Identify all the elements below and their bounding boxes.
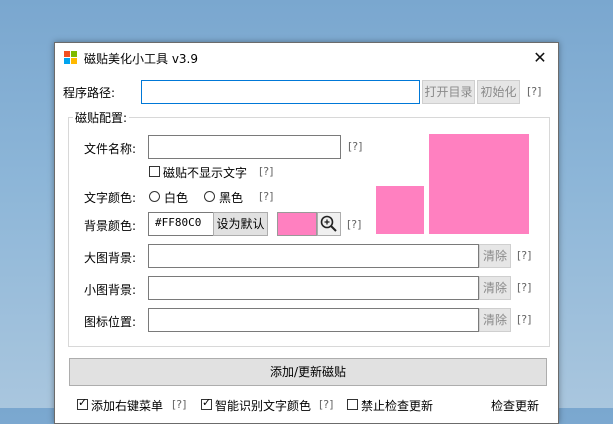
no-update-check-checkbox[interactable]: [347, 399, 358, 410]
context-menu-help[interactable]: [?]: [172, 398, 186, 411]
icon-pos-help[interactable]: [?]: [517, 313, 531, 326]
windows-logo-icon: [64, 51, 78, 65]
small-bg-label: 小图背景:: [84, 283, 137, 297]
bg-color-swatch[interactable]: [277, 212, 317, 236]
open-directory-button[interactable]: 打开目录: [422, 80, 475, 104]
window-title: 磁贴美化小工具 v3.9: [84, 52, 199, 66]
program-path-label: 程序路径:: [63, 86, 116, 100]
bg-color-input[interactable]: #FF80C0: [148, 212, 214, 236]
large-bg-clear-button[interactable]: 清除: [479, 244, 511, 268]
title-bar: 磁贴美化小工具 v3.9 ✕: [55, 43, 558, 73]
checkmark-icon: ✓: [78, 396, 88, 409]
program-path-input[interactable]: [141, 80, 420, 104]
smart-color-label: 智能识别文字颜色: [215, 399, 312, 413]
small-tile-preview: [376, 186, 424, 234]
window-body: 程序路径: 打开目录 初始化 [?] 磁贴配置: 文件名称: [?] 磁贴不显示…: [55, 73, 558, 423]
text-color-label: 文字颜色:: [84, 191, 137, 205]
file-name-help[interactable]: [?]: [348, 140, 362, 153]
small-bg-help[interactable]: [?]: [517, 281, 531, 294]
black-radio-label: 黑色: [219, 191, 244, 205]
hide-text-label: 磁贴不显示文字: [163, 166, 248, 180]
text-color-help[interactable]: [?]: [259, 190, 273, 203]
color-picker-button[interactable]: [317, 212, 341, 236]
file-name-input[interactable]: [148, 135, 341, 159]
set-default-button[interactable]: 设为默认: [213, 212, 268, 236]
bg-color-help[interactable]: [?]: [347, 218, 361, 231]
small-bg-clear-button[interactable]: 清除: [479, 276, 511, 300]
icon-pos-input[interactable]: [148, 308, 479, 332]
check-update-link[interactable]: 检查更新: [491, 397, 539, 414]
icon-pos-clear-button[interactable]: 清除: [479, 308, 511, 332]
white-radio[interactable]: [149, 191, 160, 202]
large-tile-preview: [429, 134, 529, 234]
large-bg-help[interactable]: [?]: [517, 249, 531, 262]
tile-config-title: 磁贴配置:: [73, 109, 130, 126]
small-bg-input[interactable]: [148, 276, 479, 300]
zoom-icon: [320, 215, 337, 232]
large-bg-label: 大图背景:: [84, 251, 137, 265]
icon-pos-label: 图标位置:: [84, 315, 137, 329]
white-radio-label: 白色: [164, 191, 189, 205]
program-path-help[interactable]: [?]: [527, 85, 541, 98]
context-menu-label: 添加右键菜单: [91, 399, 164, 413]
bg-color-label: 背景颜色:: [84, 219, 137, 233]
add-update-tile-button[interactable]: 添加/更新磁贴: [69, 358, 547, 386]
large-bg-input[interactable]: [148, 244, 479, 268]
smart-color-help[interactable]: [?]: [319, 398, 333, 411]
close-button[interactable]: ✕: [522, 43, 558, 73]
context-menu-checkbox[interactable]: ✓: [77, 396, 88, 410]
no-update-check-label: 禁止检查更新: [361, 399, 434, 413]
hide-text-checkbox[interactable]: [149, 166, 160, 177]
initialize-button[interactable]: 初始化: [477, 80, 520, 104]
file-name-label: 文件名称:: [84, 142, 137, 156]
checkmark-icon: ✓: [202, 396, 212, 409]
hide-text-help[interactable]: [?]: [259, 165, 273, 178]
smart-color-checkbox[interactable]: ✓: [201, 396, 212, 410]
black-radio[interactable]: [204, 191, 215, 202]
app-window: 磁贴美化小工具 v3.9 ✕ 程序路径: 打开目录 初始化 [?] 磁贴配置: …: [54, 42, 559, 424]
